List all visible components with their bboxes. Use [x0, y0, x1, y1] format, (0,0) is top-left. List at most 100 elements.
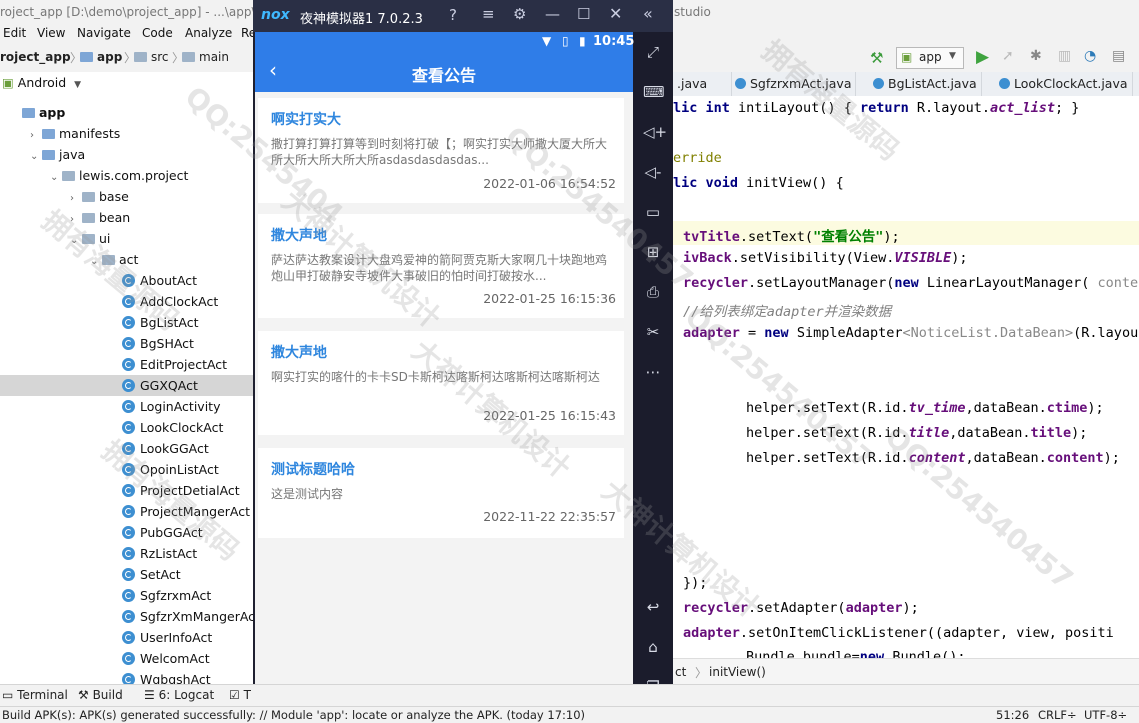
menu-edit[interactable]: Edit — [3, 26, 26, 40]
tree-item[interactable]: app — [0, 102, 255, 123]
run-icon[interactable]: ▶ — [976, 47, 989, 67]
notice-card[interactable]: 测试标题哈哈 这是测试内容 2022-11-22 22:35:57 — [258, 448, 624, 538]
tree-mode-select[interactable]: ▣ Android ▼ — [0, 72, 255, 93]
status-line-separator[interactable]: CRLF÷ — [1038, 708, 1077, 722]
tree-item[interactable]: PubGGAct — [0, 522, 255, 543]
code-line: helper.setText(R.id.tv_time,dataBean.cti… — [746, 400, 1104, 416]
fullscreen-icon[interactable]: ⤢ — [643, 42, 663, 62]
clipboard-icon[interactable]: ⎙ — [643, 282, 663, 302]
keyboard-icon[interactable]: ⌨ — [643, 82, 665, 102]
coverage-icon[interactable]: ▥ — [1058, 48, 1071, 64]
tree-item[interactable]: ProjectMangerAct — [0, 501, 255, 522]
close-icon[interactable]: ✕ — [609, 4, 622, 23]
run-config-label: app — [919, 50, 942, 64]
tree-item[interactable]: LoginActivity — [0, 396, 255, 417]
breadcrumb-app[interactable]: app — [80, 50, 122, 64]
class-icon — [122, 442, 135, 455]
tool-terminal[interactable]: ▭ Terminal — [2, 688, 68, 702]
collapse-sidebar-icon[interactable]: « — [643, 4, 653, 23]
code-crumb-method[interactable]: initView() — [709, 665, 766, 679]
tree-item[interactable]: ⌄ java — [0, 144, 255, 165]
menu-view[interactable]: View — [37, 26, 65, 40]
tool-todo[interactable]: ☑ T — [229, 688, 251, 702]
back-icon[interactable]: ↩ — [643, 597, 663, 617]
breadcrumb-src[interactable]: src — [134, 50, 169, 64]
more-icon[interactable]: ⋯ — [643, 362, 663, 382]
tool-logcat[interactable]: ☰ 6: Logcat — [144, 688, 214, 702]
chevron-down-icon[interactable]: ⌄ — [90, 251, 102, 272]
tree-item[interactable]: › base — [0, 186, 255, 207]
tree-item[interactable]: BgSHAct — [0, 333, 255, 354]
hammer-icon[interactable]: ⚒ — [870, 49, 883, 67]
attach-icon[interactable]: ▤ — [1112, 48, 1125, 64]
status-encoding[interactable]: UTF-8÷ — [1084, 708, 1127, 722]
debug-run-icon[interactable]: ➚ — [1002, 48, 1014, 64]
chevron-down-icon[interactable]: ⌄ — [30, 146, 42, 167]
class-icon — [122, 652, 135, 665]
tree-item[interactable]: › manifests — [0, 123, 255, 144]
menu-analyze[interactable]: Analyze — [185, 26, 232, 40]
chevron-right-icon[interactable]: › — [70, 188, 82, 209]
tree-item[interactable]: ⌄ act — [0, 249, 255, 270]
tab-sgfzrxmact[interactable]: SgfzrxmAct.java — [731, 72, 857, 96]
tree-item[interactable]: SgfzrxmAct — [0, 585, 255, 606]
code-editor[interactable]: lic int intiLayout() { return R.layout.a… — [673, 96, 1139, 658]
status-position[interactable]: 51:26 — [996, 708, 1029, 722]
apk-install-icon[interactable]: ⊞ — [643, 242, 663, 262]
profiler-icon[interactable]: ◔ — [1084, 48, 1096, 64]
tree-item[interactable]: LookClockAct — [0, 417, 255, 438]
tool-build[interactable]: ⚒ Build — [78, 688, 123, 702]
tab-lookclockact[interactable]: LookClockAct.java — [995, 72, 1133, 96]
class-icon — [122, 379, 135, 392]
tree-item[interactable]: ProjectDetialAct — [0, 480, 255, 501]
menu-code[interactable]: Code — [142, 26, 173, 40]
chevron-down-icon[interactable]: ⌄ — [70, 230, 82, 251]
tree-item[interactable]: BgListAct — [0, 312, 255, 333]
tree-item[interactable]: GGXQAct — [0, 375, 255, 396]
run-config-select[interactable]: ▣ app ▼ — [896, 47, 964, 69]
screen-icon[interactable]: ▭ — [643, 202, 663, 222]
debug-icon[interactable]: ✱ — [1030, 48, 1042, 64]
tree-item[interactable]: › bean — [0, 207, 255, 228]
tree-item[interactable]: ⌄ ui — [0, 228, 255, 249]
tree-item[interactable]: EditProjectAct — [0, 354, 255, 375]
volume-up-icon[interactable]: ◁+ — [643, 122, 667, 142]
tree-item[interactable]: OpoinListAct — [0, 459, 255, 480]
help-icon[interactable]: ? — [449, 6, 457, 24]
notice-card[interactable]: 啊实打实大 撒打算打算打算等到时刻将打破【；啊实打实大师撒大厦大所大所大所大所大… — [258, 98, 624, 203]
notice-card[interactable]: 撒大声地 萨达萨达教案设计大盘鸡爱神的箭阿贾克斯大家啊几十块跑地鸡炮山甲打破静安… — [258, 214, 624, 318]
chevron-down-icon[interactable]: ⌄ — [50, 167, 62, 188]
code-line: recycler.setLayoutManager(new LinearLayo… — [683, 275, 1139, 291]
tree-item[interactable]: ⌄ lewis.com.project — [0, 165, 255, 186]
tab-bglistact[interactable]: BgListAct.java — [869, 72, 982, 96]
scissors-icon[interactable]: ✂ — [643, 322, 663, 342]
menu-navigate[interactable]: Navigate — [77, 26, 131, 40]
tree-item[interactable]: AddClockAct — [0, 291, 255, 312]
tree-item-label: bean — [99, 210, 131, 225]
breadcrumb-project[interactable]: roject_app — [0, 50, 71, 64]
class-icon — [122, 316, 135, 329]
class-icon — [122, 274, 135, 287]
chevron-right-icon[interactable]: › — [70, 209, 82, 230]
tree-mode-label: Android — [17, 75, 67, 90]
menu-icon[interactable]: ≡ — [482, 5, 495, 23]
phone-time: 10:45 — [593, 34, 635, 49]
code-line: lic void initView() { — [673, 175, 844, 191]
chevron-right-icon[interactable]: › — [30, 125, 42, 146]
tree-item[interactable]: AboutAct — [0, 270, 255, 291]
notice-card[interactable]: 撒大声地 啊实打实的喀什的卡卡SD卡斯柯达喀斯柯达喀斯柯达喀斯柯达 2022-0… — [258, 331, 624, 435]
home-icon[interactable]: ⌂ — [643, 637, 663, 657]
tree-item[interactable]: RzListAct — [0, 543, 255, 564]
settings-icon[interactable]: ⚙ — [513, 5, 526, 23]
code-crumb-class[interactable]: ct — [675, 665, 686, 679]
volume-down-icon[interactable]: ◁- — [643, 162, 663, 182]
breadcrumb-main[interactable]: main — [182, 50, 229, 64]
tree-item[interactable]: SetAct — [0, 564, 255, 585]
tab-java[interactable]: .java — [673, 72, 732, 96]
tree-item[interactable]: WelcomAct — [0, 648, 255, 669]
tree-item[interactable]: UserInfoAct — [0, 627, 255, 648]
tree-item[interactable]: SgfzrXmMangerAct — [0, 606, 260, 627]
minimize-icon[interactable]: — — [545, 5, 560, 23]
maximize-icon[interactable]: ☐ — [577, 5, 590, 23]
tree-item[interactable]: LookGGAct — [0, 438, 255, 459]
